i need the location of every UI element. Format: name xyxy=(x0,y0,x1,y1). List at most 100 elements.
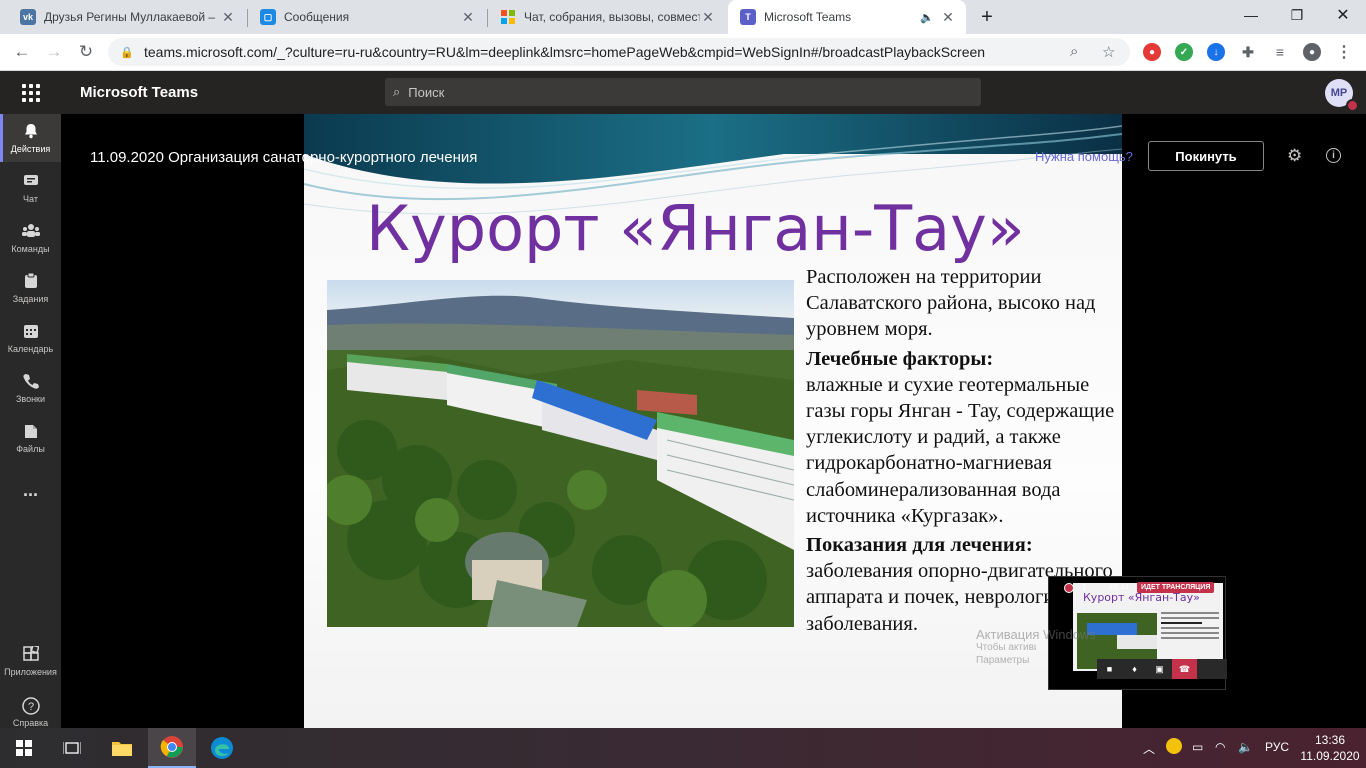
browser-tab-messages[interactable]: ▢ Сообщения ✕ xyxy=(248,0,486,34)
tray-app-icon[interactable] xyxy=(1166,738,1182,754)
media-controls-icon[interactable]: ≡ xyxy=(1271,43,1289,61)
extensions-puzzle-icon[interactable]: ✚ xyxy=(1239,43,1257,61)
back-button[interactable]: ← xyxy=(10,40,34,64)
rail-item-chat[interactable]: Чат xyxy=(0,164,61,212)
rail-item-assignments[interactable]: Задания xyxy=(0,264,61,312)
tab-title: Сообщения xyxy=(284,10,350,24)
windows-taskbar: ︿ ▭ ◠ 🔈 РУС 13:36 11.09.2020 xyxy=(0,728,1366,768)
task-view-button[interactable] xyxy=(48,728,96,768)
search-input[interactable]: ⌕ Поиск xyxy=(385,78,981,106)
rail-item-more[interactable]: ... xyxy=(0,466,61,514)
tray-chevron-icon[interactable]: ︿ xyxy=(1143,740,1155,757)
windows-logo-icon xyxy=(16,740,32,756)
system-clock[interactable]: 13:36 11.09.2020 xyxy=(1300,732,1360,764)
app-title: Microsoft Teams xyxy=(80,84,199,101)
minimize-button[interactable]: — xyxy=(1228,0,1274,30)
indications-heading: Показания для лечения: xyxy=(806,534,1033,557)
clock-time: 13:36 xyxy=(1314,733,1346,747)
leave-button[interactable]: Покинуть xyxy=(1148,141,1264,171)
network-icon[interactable]: ◠ xyxy=(1215,740,1225,754)
live-badge: ИДЕТ ТРАНСЛЯЦИЯ xyxy=(1137,582,1215,593)
folder-icon xyxy=(112,742,132,756)
close-tab-icon[interactable]: ✕ xyxy=(940,9,956,26)
rail-item-activity[interactable]: Действия xyxy=(0,114,61,162)
zoom-search-icon[interactable]: ⌕ xyxy=(1070,43,1078,60)
profile-icon[interactable]: ● xyxy=(1303,43,1321,61)
app-rail: Действия Чат Команды Задания Календарь З… xyxy=(0,114,61,728)
tab-title: Друзья Регины Муллакаевой – xyxy=(44,10,216,24)
share-screen-icon[interactable]: ▣ xyxy=(1147,664,1172,675)
bookmark-star-icon[interactable]: ☆ xyxy=(1102,43,1115,61)
download-extension-icon[interactable]: ↓ xyxy=(1207,43,1225,61)
calendar-icon xyxy=(23,323,39,341)
meeting-title: 11.09.2020 Организация санаторно-курортн… xyxy=(90,149,478,166)
teams-icon: T xyxy=(740,9,756,25)
watermark-line3: Параметры xyxy=(976,655,1030,666)
apps-icon xyxy=(22,643,40,664)
participant-count: 1 xyxy=(1082,583,1087,592)
forward-button[interactable]: → xyxy=(42,40,66,64)
rail-item-calls[interactable]: Звонки xyxy=(0,364,61,412)
files-icon xyxy=(24,423,38,441)
mini-call-controls: ■ ♦ ▣ ☎ xyxy=(1097,659,1227,679)
messages-icon: ▢ xyxy=(260,9,276,25)
tab-title: Microsoft Teams xyxy=(764,10,852,24)
app-launcher-icon[interactable] xyxy=(22,84,40,102)
teams-people-icon xyxy=(21,223,40,241)
search-placeholder: Поиск xyxy=(408,84,445,100)
browser-tab-microsoft[interactable]: Чат, собрания, вызовы, совмест ✕ xyxy=(488,0,726,34)
bell-icon xyxy=(23,123,39,141)
close-tab-icon[interactable]: ✕ xyxy=(460,9,476,26)
language-indicator[interactable]: РУС xyxy=(1265,740,1289,754)
info-icon[interactable]: i xyxy=(1326,148,1341,163)
rail-item-files[interactable]: Файлы xyxy=(0,414,61,462)
factors-text: влажные и сухие геотермальные газы горы … xyxy=(806,373,1115,527)
factors-heading: Лечебные факторы: xyxy=(806,347,994,370)
teams-header: Microsoft Teams ⌕ Поиск МР xyxy=(0,71,1366,114)
microphone-icon[interactable]: ♦ xyxy=(1122,664,1147,674)
slide-intro: Расположен на территории Салаватского ра… xyxy=(806,266,1096,341)
vk-icon: vk xyxy=(20,9,36,25)
rail-item-teams[interactable]: Команды xyxy=(0,214,61,262)
hang-up-icon[interactable]: ☎ xyxy=(1172,659,1197,679)
rail-item-apps[interactable]: Приложения xyxy=(0,637,61,685)
adblock-extension-icon[interactable]: ● xyxy=(1143,43,1161,61)
file-explorer-button[interactable] xyxy=(98,728,146,768)
presence-status-icon xyxy=(1346,99,1359,112)
reload-button[interactable]: ↻ xyxy=(74,40,98,64)
rail-item-calendar[interactable]: Календарь xyxy=(0,314,61,362)
clock-date: 11.09.2020 xyxy=(1300,749,1360,763)
new-tab-button[interactable]: + xyxy=(972,0,1002,34)
settings-gear-icon[interactable]: ⚙ xyxy=(1287,146,1302,166)
browser-tab-vk[interactable]: vk Друзья Регины Муллакаевой – ✕ xyxy=(8,0,246,34)
speaker-icon[interactable]: 🔈 xyxy=(920,11,934,24)
close-tab-icon[interactable]: ✕ xyxy=(220,9,236,26)
start-button[interactable] xyxy=(0,728,48,768)
chat-icon xyxy=(23,173,39,191)
volume-icon[interactable]: 🔈 xyxy=(1238,740,1253,754)
help-link[interactable]: Нужна помощь? xyxy=(1035,149,1133,164)
lock-icon[interactable]: 🔒 xyxy=(120,46,134,59)
chrome-menu-icon[interactable]: ⋮ xyxy=(1335,43,1353,61)
battery-icon[interactable]: ▭ xyxy=(1192,740,1203,754)
phone-icon xyxy=(22,373,39,391)
browser-toolbar: ← → ↻ 🔒 teams.microsoft.com/_?culture=ru… xyxy=(0,34,1366,71)
maximize-button[interactable]: ❐ xyxy=(1274,0,1320,30)
browser-tab-teams[interactable]: T Microsoft Teams 🔈 ✕ xyxy=(728,0,966,34)
more-icon: ... xyxy=(22,480,38,500)
recording-dot-icon xyxy=(1064,583,1074,593)
microsoft-icon xyxy=(500,9,516,25)
browser-tab-strip: vk Друзья Регины Муллакаевой – ✕ ▢ Сообщ… xyxy=(0,0,1366,34)
watermark-line2: Чтобы активировать Windows, перейдите в … xyxy=(976,642,1036,653)
call-timer: 49:44 xyxy=(1109,583,1130,592)
chrome-taskbar-button[interactable] xyxy=(148,728,196,768)
camera-icon[interactable]: ■ xyxy=(1097,664,1122,674)
edge-taskbar-button[interactable] xyxy=(198,728,246,768)
close-window-button[interactable]: ✕ xyxy=(1320,0,1366,30)
check-extension-icon[interactable]: ✓ xyxy=(1175,43,1193,61)
help-icon: ? xyxy=(21,696,40,715)
address-bar[interactable]: 🔒 teams.microsoft.com/_?culture=ru-ru&co… xyxy=(108,38,1130,66)
watermark-line1: Активация Windows xyxy=(976,627,1096,642)
search-icon: ⌕ xyxy=(393,84,401,99)
close-tab-icon[interactable]: ✕ xyxy=(700,9,716,26)
